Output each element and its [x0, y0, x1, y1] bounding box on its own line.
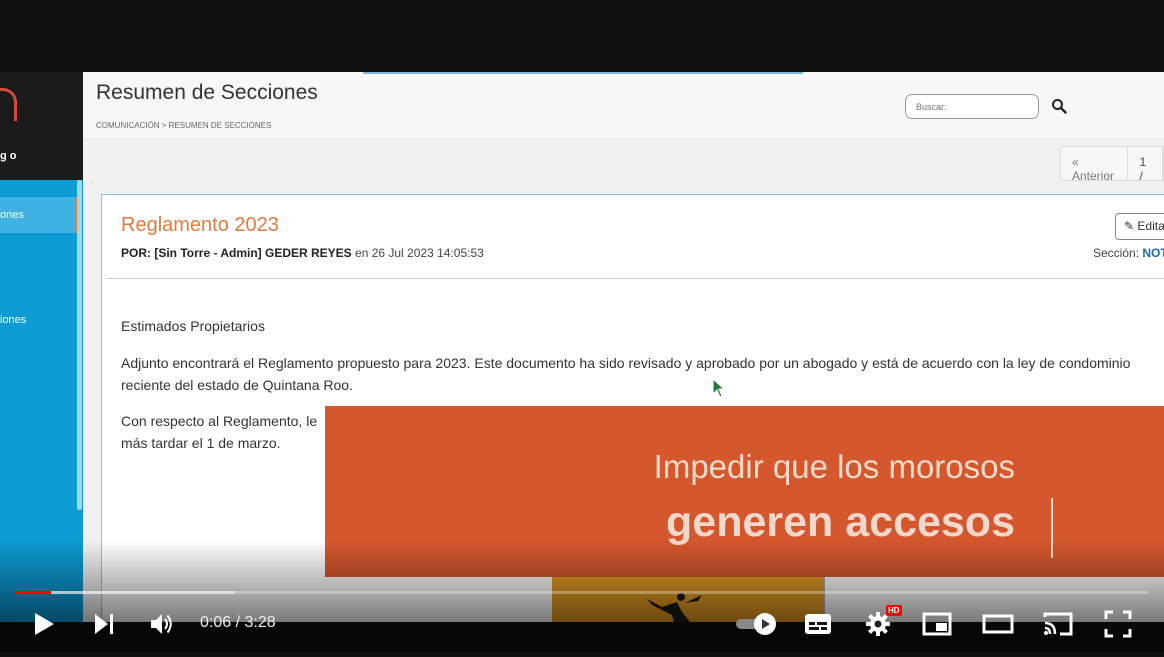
pagination: « Anterior 1 / — [1060, 146, 1164, 183]
breadcrumb[interactable]: COMUNICACIÓN > RESUMEN DE SECCIONES — [96, 121, 271, 130]
cast-button[interactable] — [1038, 604, 1078, 644]
search-icon[interactable] — [1051, 98, 1067, 114]
pencil-icon: ✎ — [1124, 219, 1135, 233]
post-paragraph: Adjunto encontrará el Reglamento propues… — [121, 355, 1131, 371]
post-meta: POR: [Sin Torre - Admin] GEDER REYES en … — [121, 246, 484, 260]
page-title: Resumen de Secciones — [96, 81, 318, 104]
divider — [107, 278, 1164, 279]
sidebar-item-label[interactable]: iones — [0, 314, 26, 326]
post-paragraph: reciente del estado de Quintana Roo. — [121, 377, 353, 393]
banner-line-1: Impedir que los morosos — [653, 448, 1015, 485]
logo-mark-icon — [0, 88, 17, 121]
section-prefix: Sección: — [1093, 246, 1143, 260]
autoplay-toggle[interactable] — [730, 604, 780, 644]
post-author: POR: [Sin Torre - Admin] GEDER REYES — [121, 246, 352, 260]
post-title[interactable]: Reglamento 2023 — [121, 214, 279, 237]
autoplay-toggle-icon — [736, 613, 776, 635]
subtitles-icon — [805, 614, 831, 634]
fullscreen-icon — [1104, 610, 1132, 638]
edit-button[interactable]: ✎ Edita — [1115, 213, 1164, 240]
post-paragraph: Con respecto al Reglamento, le — [121, 413, 318, 429]
skip-next-icon — [95, 614, 113, 634]
logo-text: g o — [0, 150, 17, 162]
theater-icon — [982, 614, 1014, 634]
fullscreen-button[interactable] — [1098, 604, 1138, 644]
pagination-prev-button[interactable]: « Anterior — [1061, 147, 1129, 183]
app-logo: g o — [0, 72, 83, 180]
subtitles-button[interactable] — [798, 604, 838, 644]
next-button[interactable] — [84, 604, 124, 644]
volume-button[interactable] — [142, 604, 182, 644]
post-paragraph: más tardar el 1 de marzo. — [121, 435, 281, 451]
time-display: 0:06 / 3:28 — [200, 614, 276, 631]
progress-bar[interactable] — [16, 591, 1148, 594]
play-icon — [35, 613, 54, 635]
post-section: Sección: NOT — [1093, 246, 1164, 260]
top-stripe — [363, 72, 803, 74]
post-paragraph: Estimados Propietarios — [121, 318, 265, 334]
pagination-page[interactable]: 1 / — [1128, 147, 1163, 183]
cast-icon — [1043, 612, 1073, 636]
sidebar-scrollbar[interactable] — [77, 180, 82, 510]
post-date: en 26 Jul 2023 14:05:53 — [351, 246, 484, 260]
progress-played — [16, 591, 52, 594]
player-bottom-edge — [0, 651, 1164, 657]
hd-badge: HD — [886, 605, 902, 616]
video-player[interactable]: g o ones iones Resumen de Secciones COMU… — [0, 0, 1164, 657]
play-button[interactable] — [24, 604, 64, 644]
page-header: Resumen de Secciones COMUNICACIÓN > RESU… — [83, 72, 1164, 138]
sidebar-item-label[interactable]: ones — [0, 209, 24, 221]
mouse-pointer-icon — [712, 378, 726, 398]
miniplayer-button[interactable] — [917, 604, 957, 644]
volume-icon — [151, 614, 172, 634]
theater-mode-button[interactable] — [978, 604, 1018, 644]
section-value[interactable]: NOT — [1142, 246, 1164, 260]
miniplayer-icon — [922, 612, 952, 636]
search-input[interactable] — [905, 94, 1039, 119]
edit-button-label: Edita — [1137, 219, 1164, 233]
